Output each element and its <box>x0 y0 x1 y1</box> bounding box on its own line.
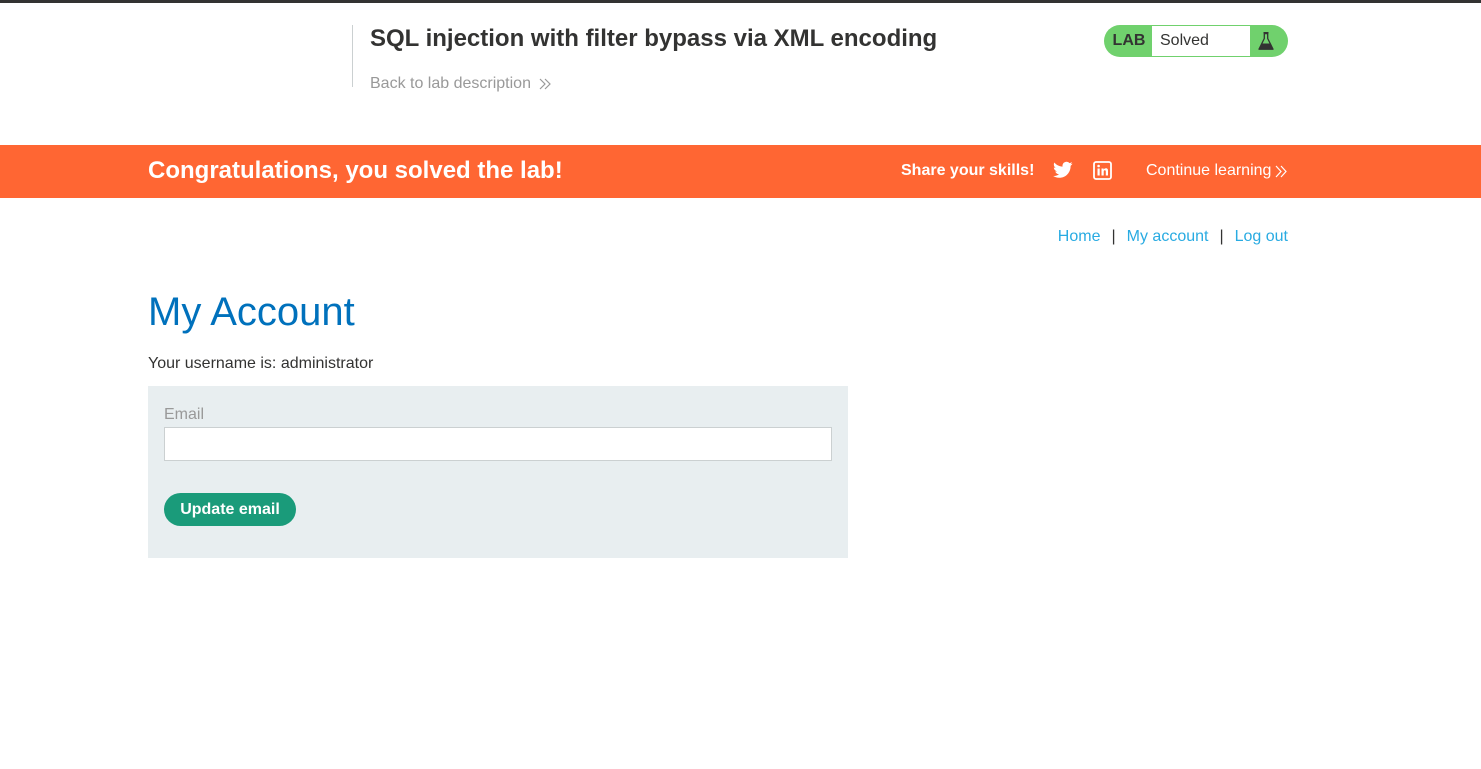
lab-title-block: SQL injection with filter bypass via XML… <box>352 25 938 92</box>
nav-home-link[interactable]: Home <box>1058 228 1101 246</box>
nav-my-account-link[interactable]: My account <box>1127 228 1209 246</box>
twitter-icon[interactable] <box>1053 161 1073 184</box>
back-link-label: Back to lab description <box>370 75 531 92</box>
lab-title: SQL injection with filter bypass via XML… <box>370 25 938 52</box>
academy-lab-header: SQL injection with filter bypass via XML… <box>0 3 1481 145</box>
username-text: Your username is: administrator <box>148 355 374 372</box>
back-to-lab-description-link[interactable]: Back to lab description <box>370 75 551 93</box>
double-chevron-right-icon <box>539 78 551 90</box>
share-skills-label: Share your skills! <box>901 162 1035 179</box>
email-label: Email <box>164 406 205 423</box>
lab-status-value: Solved <box>1152 26 1250 56</box>
lab-solved-banner: Congratulations, you solved the lab! Sha… <box>0 145 1481 198</box>
lab-status-widget: LAB Solved <box>1104 25 1288 57</box>
lab-badge: LAB <box>1112 32 1146 49</box>
solved-message: Congratulations, you solved the lab! <box>148 157 563 184</box>
linkedin-icon[interactable] <box>1093 161 1112 185</box>
nav-separator: | <box>1219 228 1224 245</box>
flask-icon <box>1250 25 1288 57</box>
email-input[interactable] <box>164 427 832 461</box>
page-title: My Account <box>148 290 355 334</box>
double-chevron-right-icon <box>1275 165 1288 177</box>
update-email-form: Email Update email <box>148 386 848 558</box>
nav-log-out-link[interactable]: Log out <box>1235 228 1288 246</box>
continue-learning-label: Continue learning <box>1146 162 1272 179</box>
account-nav: Home | My account | Log out <box>1058 228 1288 246</box>
update-email-button[interactable]: Update email <box>164 493 296 526</box>
nav-separator: | <box>1111 228 1116 245</box>
continue-learning-link[interactable]: Continue learning <box>1146 162 1288 180</box>
